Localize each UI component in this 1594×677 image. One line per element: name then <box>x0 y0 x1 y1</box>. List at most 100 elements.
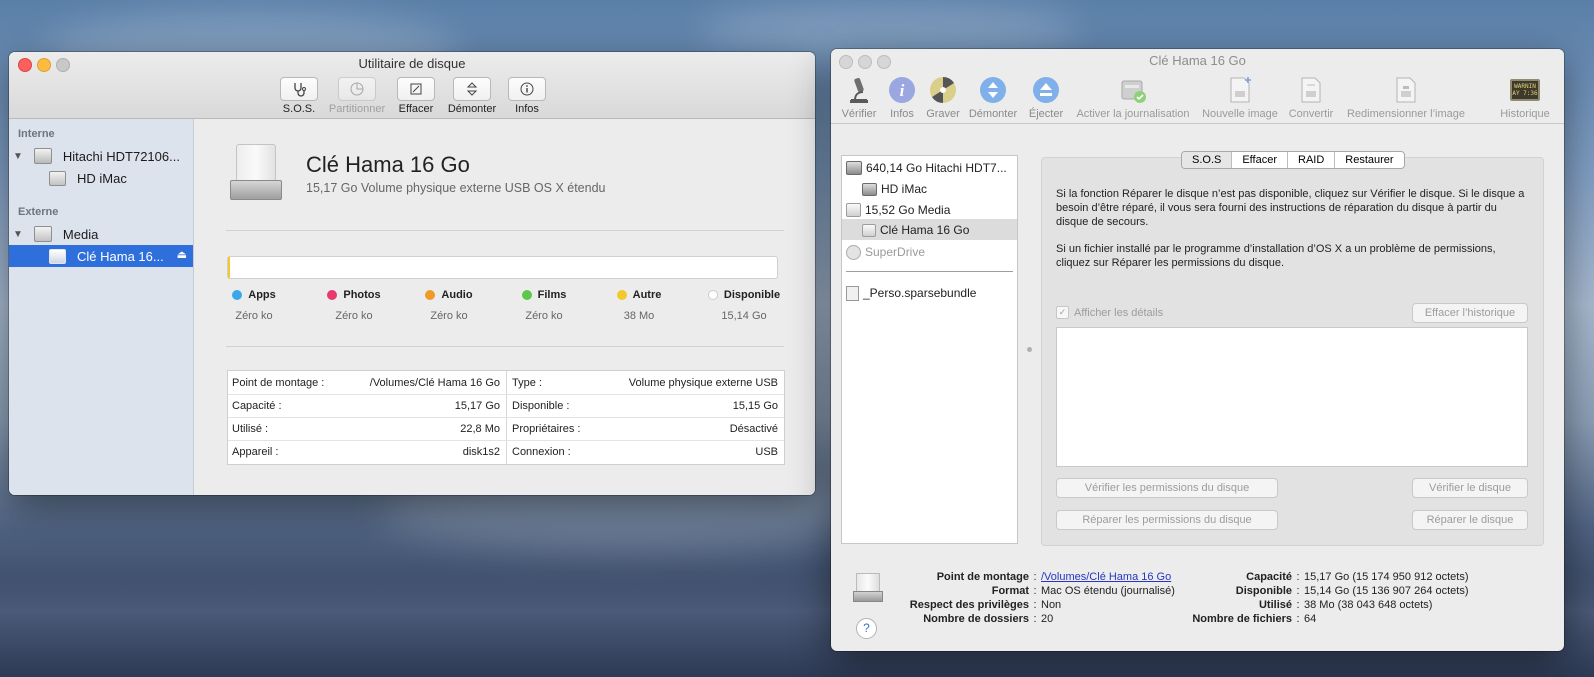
info-key: Disponible : <box>512 400 570 412</box>
resize-image-icon <box>1396 77 1416 103</box>
sidebar-item-hd-imac[interactable]: HD iMac <box>9 167 193 189</box>
info-privileges: Respect des privilèges: Non <box>871 599 1061 611</box>
info-toolbar-button[interactable]: i Infos <box>884 74 920 120</box>
history-toolbar-button[interactable]: WARNIN AY 7:36 Historique <box>1495 74 1555 120</box>
sos-button[interactable]: S.O.S. <box>277 77 321 115</box>
journaling-toolbar-button[interactable]: Activer la journalisation <box>1072 74 1194 120</box>
sidebar-item-hitachi[interactable]: ▼ Hitachi HDT72106... <box>9 145 193 167</box>
show-details-checkbox[interactable]: ✓ Afficher les détails <box>1056 306 1163 319</box>
window-title: Utilitaire de disque <box>358 56 466 71</box>
verify-toolbar-button[interactable]: Vérifier <box>837 74 881 120</box>
legend-autre: Autre 38 Mo <box>604 289 674 322</box>
list-item-row: Clé Hama 16 Go <box>862 220 969 240</box>
legend-dot <box>327 290 338 300</box>
sidebar-item-label: Hitachi HDT72106... <box>62 148 180 164</box>
list-item-label: Clé Hama 16 Go <box>880 223 970 237</box>
disk-icon <box>33 148 52 164</box>
sidebar-item-media[interactable]: ▼ Media <box>9 223 193 245</box>
new-image-toolbar-button[interactable]: Nouvelle image <box>1199 74 1281 120</box>
volume-icon <box>49 170 66 186</box>
burn-toolbar-button[interactable]: Graver <box>922 74 964 120</box>
info-files: Nombre de fichiers:64 <box>1176 613 1316 625</box>
info-value: 15,17 Go <box>454 400 500 412</box>
tab-raid[interactable]: RAID <box>1288 152 1336 168</box>
pie-icon <box>350 82 364 96</box>
toolbar-label: Activer la journalisation <box>1076 108 1190 120</box>
info-value: 22,8 Mo <box>460 423 500 435</box>
info-key: Propriétaires : <box>512 423 581 435</box>
info-value: USB <box>755 446 778 458</box>
list-item-cle-hama[interactable]: Clé Hama 16 Go <box>842 219 1017 240</box>
legend-apps: Apps Zéro ko <box>224 289 284 322</box>
list-item-hd-imac[interactable]: HD iMac <box>862 179 927 199</box>
toolbar-label: Vérifier <box>841 108 877 120</box>
legend-dot <box>707 290 718 300</box>
mount-point-link[interactable]: /Volumes/Clé Hama 16 Go <box>1041 571 1171 583</box>
details-log-area[interactable] <box>1056 327 1528 467</box>
list-item-label: 15,52 Go Media <box>865 203 951 217</box>
unmount-label: Démonter <box>447 103 497 115</box>
clear-history-button[interactable]: Effacer l’historique <box>1412 303 1528 323</box>
tab-sos[interactable]: S.O.S <box>1182 152 1233 168</box>
optical-drive-icon <box>846 244 861 260</box>
repair-permissions-button[interactable]: Réparer les permissions du disque <box>1056 510 1278 530</box>
split-handle-icon[interactable] <box>1027 347 1032 352</box>
legend-photos: Photos Zéro ko <box>319 289 389 322</box>
unmount-icon <box>980 77 1006 103</box>
unmount-button[interactable]: Démonter <box>445 77 499 115</box>
table-row: Propriétaires : Désactivé <box>512 423 778 435</box>
help-text-2: Si un fichier installé par le programme … <box>1056 243 1496 269</box>
legend-value: 38 Mo <box>623 310 655 322</box>
info-value: 15,17 Go (15 174 950 912 octets) <box>1304 571 1469 583</box>
toolbar-label: Éjecter <box>1028 108 1064 120</box>
legend-label: Audio <box>441 289 473 301</box>
unmount-toolbar-button[interactable]: Démonter <box>965 74 1021 120</box>
table-row: Connexion : USB <box>512 446 778 458</box>
verify-permissions-button[interactable]: Vérifier les permissions du disque <box>1056 478 1278 498</box>
info-key: Disponible <box>1235 585 1292 597</box>
internal-header: Interne <box>18 128 55 140</box>
info-key: Point de montage <box>936 571 1029 583</box>
disclosure-triangle-icon[interactable]: ▼ <box>13 151 23 162</box>
partition-button[interactable]: Partitionner <box>325 77 389 115</box>
legend-dot <box>616 290 627 300</box>
eject-toolbar-button[interactable]: Éjecter <box>1024 74 1068 120</box>
partition-label: Partitionner <box>328 103 386 115</box>
hard-disk-icon <box>846 161 862 175</box>
tab-restaurer[interactable]: Restaurer <box>1335 152 1403 168</box>
info-button[interactable]: Infos <box>505 77 549 115</box>
sidebar-item-label: Media <box>62 226 99 242</box>
info-table: Point de montage : /Volumes/Clé Hama 16 G… <box>227 370 785 465</box>
legend-value: 15,14 Go <box>721 310 767 322</box>
resize-image-toolbar-button[interactable]: Redimensionner l’image <box>1341 74 1471 120</box>
disclosure-triangle-icon[interactable]: ▼ <box>13 229 23 240</box>
convert-toolbar-button[interactable]: Convertir <box>1285 74 1337 120</box>
info-value: disk1s2 <box>462 446 500 458</box>
info-value: /Volumes/Clé Hama 16 Go <box>369 377 500 389</box>
sidebar-item-cle-hama[interactable]: Clé Hama 16... ⏏ <box>9 245 193 267</box>
info-key: Format <box>991 585 1029 597</box>
toolbar-label: Infos <box>890 108 914 120</box>
list-item-superdrive[interactable]: SuperDrive <box>846 242 925 262</box>
list-item-hitachi[interactable]: 640,14 Go Hitachi HDT7... <box>846 158 1007 178</box>
microscope-icon <box>850 77 868 103</box>
info-key: Utilisé <box>1258 599 1292 611</box>
info-value: Désactivé <box>729 423 778 435</box>
sos-label: S.O.S. <box>282 103 316 115</box>
list-item-sparsebundle[interactable]: _Perso.sparsebundle <box>846 283 976 303</box>
divider <box>226 230 784 231</box>
verify-disk-button[interactable]: Vérifier le disque <box>1412 478 1528 498</box>
disk-list: 640,14 Go Hitachi HDT7... HD iMac 15,52 … <box>841 155 1018 544</box>
convert-icon <box>1301 77 1321 103</box>
repair-disk-button[interactable]: Réparer le disque <box>1412 510 1528 530</box>
table-row: Capacité : 15,17 Go <box>232 400 500 412</box>
list-item-media[interactable]: 15,52 Go Media <box>846 200 950 220</box>
divider <box>226 346 784 347</box>
eject-icon[interactable]: ⏏ <box>177 248 187 261</box>
tab-effacer[interactable]: Effacer <box>1232 152 1288 168</box>
info-key: Nombre de dossiers <box>923 613 1029 625</box>
erase-button[interactable]: Effacer <box>394 77 438 115</box>
external-header: Externe <box>18 206 59 218</box>
toolbar-label: Graver <box>926 108 960 120</box>
table-row-divider <box>228 394 784 395</box>
